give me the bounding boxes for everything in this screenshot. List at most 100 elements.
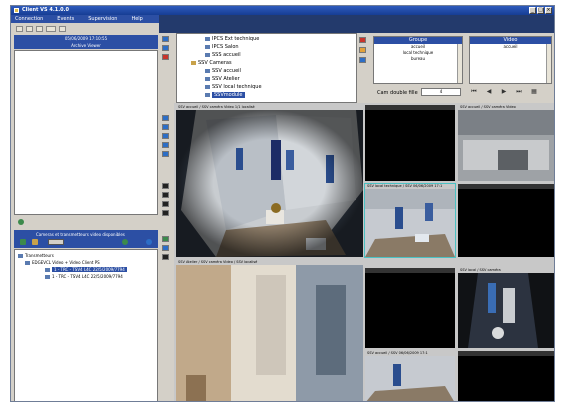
group-scrollbar[interactable] — [457, 44, 462, 83]
print-icon[interactable] — [162, 254, 169, 260]
next-button[interactable]: ▶ — [499, 88, 509, 96]
settings-icon[interactable] — [59, 26, 66, 32]
grid-button[interactable]: ▦ — [529, 88, 539, 96]
arrow-icon[interactable] — [162, 142, 169, 148]
folder-icon[interactable] — [36, 26, 43, 32]
speaker-icon[interactable] — [20, 239, 26, 245]
view-scrollbar[interactable] — [546, 44, 551, 83]
video-frame — [365, 189, 455, 257]
snapshot-icon[interactable] — [162, 245, 169, 251]
video-cell[interactable] — [458, 351, 554, 401]
camera-icon[interactable] — [32, 239, 38, 245]
app-window: Client VS 4.1.0.0 _ □ × Connection Event… — [10, 5, 555, 402]
menu-connection[interactable]: Connection — [15, 16, 43, 22]
video-cell-label — [365, 105, 455, 110]
camera-tree-item[interactable]: IPCS Ext technique — [205, 36, 259, 42]
video-frame — [176, 110, 363, 257]
camera-icon — [205, 85, 210, 89]
previous-button[interactable]: ◀ — [484, 88, 494, 96]
left-mid-toolbar — [14, 216, 158, 230]
connect-icon[interactable] — [16, 26, 23, 32]
view-icon[interactable] — [162, 36, 169, 42]
video-cell[interactable]: SSV accueil / SSV caméra Video 1/1 local… — [176, 105, 363, 257]
transmitter-tree: Transmetteurs EDGEVCL Video + Video Clie… — [14, 249, 158, 401]
arrow-icon[interactable] — [162, 124, 169, 130]
play-icon[interactable] — [122, 239, 128, 245]
zoom-icon[interactable] — [162, 45, 169, 51]
menu-help[interactable]: Help — [131, 16, 142, 22]
video-cell[interactable]: SSV accueil / SSV caméra Video — [458, 105, 554, 181]
video-cell-label — [458, 351, 554, 356]
layout-16-icon[interactable] — [162, 210, 169, 216]
camera-icon — [205, 37, 210, 41]
date-bar: 05/06/2009 17:10:55 Archive Viewer — [14, 35, 158, 49]
maximize-button[interactable]: □ — [537, 7, 544, 14]
camera-icon — [205, 53, 210, 57]
close-button[interactable]: × — [545, 7, 552, 14]
layout-label: Cam double fille — [377, 90, 418, 96]
camera-tree-item[interactable]: SSS accueil — [205, 52, 241, 58]
view-item[interactable]: accueil — [470, 44, 551, 50]
video-cell[interactable] — [458, 184, 554, 257]
disconnect-icon[interactable] — [26, 26, 33, 32]
export-icon[interactable] — [162, 236, 169, 242]
menu-supervision[interactable]: Supervision — [88, 16, 117, 22]
cameras-header: Cameras et transmetteurs video disponibl… — [14, 230, 158, 248]
video-cell[interactable]: SSV accueil / SSV 06/06/2009 17:1 — [365, 351, 455, 401]
group-item[interactable]: bureau — [374, 56, 462, 62]
minimize-button[interactable]: _ — [529, 7, 536, 14]
event-list[interactable] — [14, 50, 158, 215]
date-subtext: Archive Viewer — [71, 43, 101, 48]
window-title: Client VS 4.1.0.0 — [22, 7, 70, 13]
stop-icon[interactable] — [146, 239, 152, 245]
first-button[interactable]: ⏮ — [469, 88, 479, 96]
camera-tree-tools — [358, 35, 367, 95]
arrow-icon[interactable] — [162, 115, 169, 121]
record-icon[interactable] — [162, 54, 169, 60]
video-cell[interactable] — [365, 268, 455, 348]
video-cell[interactable] — [365, 105, 455, 181]
last-button[interactable]: ⏭ — [514, 88, 524, 96]
menu-bar: Connection Events Supervision Help — [11, 15, 159, 23]
tree-item[interactable]: 1 - TRC - TSV4 L4C 22/5/2009/7794 — [45, 274, 123, 279]
group-list-header: Groupe — [374, 37, 462, 44]
title-bar: Client VS 4.1.0.0 _ □ × — [11, 6, 554, 15]
cameras-header-title: Cameras et transmetteurs video disponibl… — [36, 232, 125, 237]
add-icon[interactable] — [359, 37, 366, 43]
tree-item[interactable]: EDGEVCL Video + Video Client PS — [25, 260, 100, 265]
camera-icon — [45, 267, 50, 272]
layout-9-icon[interactable] — [162, 201, 169, 207]
arrow-icon[interactable] — [162, 151, 169, 157]
vertical-toolbar — [161, 33, 171, 401]
camera-tree-folder[interactable]: SSV Cameras — [191, 60, 232, 66]
folder-icon — [191, 61, 196, 65]
camera-filter-select[interactable] — [48, 239, 64, 245]
video-frame — [176, 265, 363, 401]
camera-icon — [205, 77, 210, 81]
layout-4-icon[interactable] — [162, 192, 169, 198]
video-cell-label — [365, 268, 455, 273]
camera-tree: IPCS Ext technique IPCS Salon SSS accuei… — [176, 33, 357, 103]
video-cell[interactable]: SSV local / SSV caméra — [458, 268, 554, 348]
tree-item-selected[interactable]: 1 - TRC - TSV4 L4C 22/5/2009/7794 — [45, 267, 127, 272]
video-cell[interactable]: SSV Atelier / SSV caméra Video / SSV loc… — [176, 260, 363, 401]
layout-select[interactable]: 4 — [421, 88, 461, 96]
menu-events[interactable]: Events — [57, 16, 74, 22]
refresh-icon[interactable] — [46, 26, 56, 32]
camera-tree-item[interactable]: SSV accueil — [205, 68, 241, 74]
left-toolbar — [13, 24, 159, 34]
edit-icon[interactable] — [359, 47, 366, 53]
status-icon[interactable] — [18, 219, 24, 225]
tree-item[interactable]: Transmetteurs — [18, 253, 54, 258]
group-list: Groupe accueil local technique bureau — [373, 36, 463, 84]
arrow-icon[interactable] — [162, 133, 169, 139]
camera-tree-item[interactable]: SSV local technique — [205, 84, 262, 90]
layout-1-icon[interactable] — [162, 183, 169, 189]
camera-tree-item[interactable]: IPCS Salon — [205, 44, 239, 50]
header-strip — [159, 15, 554, 33]
camera-icon — [45, 274, 50, 279]
video-cell-selected[interactable]: SSV local technique / SSV 06/06/2009 17:… — [364, 183, 456, 258]
camera-tree-item-selected[interactable]: SSVmodule — [205, 92, 245, 98]
refresh-icon[interactable] — [359, 57, 366, 63]
camera-tree-item[interactable]: SSV Atelier — [205, 76, 240, 82]
